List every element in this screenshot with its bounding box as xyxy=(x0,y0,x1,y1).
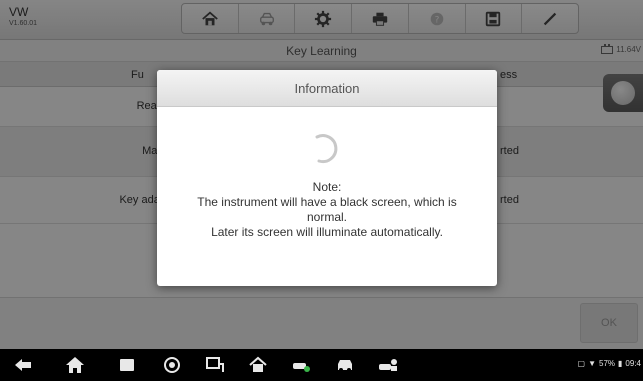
vci-button[interactable] xyxy=(204,355,226,375)
car-service-icon xyxy=(293,363,310,372)
notification-icon: ▢ xyxy=(577,359,586,368)
browser-button[interactable] xyxy=(161,355,183,375)
recent-apps-icon xyxy=(120,359,134,371)
system-status: ▢ ▼ 57% ▮ 09:4 xyxy=(578,359,641,368)
wifi-icon: ▼ xyxy=(588,359,596,368)
car-service-button[interactable] xyxy=(291,355,313,375)
back-icon xyxy=(15,359,31,371)
system-nav-bar: ▢ ▼ 57% ▮ 09:4 xyxy=(0,349,643,381)
home-nav-button[interactable] xyxy=(64,355,86,375)
note-title: Note: xyxy=(312,180,342,194)
car-user-icon xyxy=(379,359,397,371)
diagnostics-home-icon xyxy=(249,356,267,372)
dialog-message: Note: The instrument will have a black s… xyxy=(167,180,487,240)
diagnostics-home-button[interactable] xyxy=(247,355,269,375)
note-line-2: normal. xyxy=(306,210,347,224)
note-line-3: Later its screen will illuminate automat… xyxy=(211,225,443,239)
vci-connect-icon xyxy=(206,357,224,372)
back-button[interactable] xyxy=(12,355,34,375)
battery-icon: ▮ xyxy=(618,359,623,368)
car-button[interactable] xyxy=(334,355,356,375)
note-line-1: The instrument will have a black screen,… xyxy=(197,195,457,209)
battery-percent: 57% xyxy=(599,359,616,368)
home-icon xyxy=(66,357,84,373)
loading-spinner-icon xyxy=(315,134,338,164)
browser-icon xyxy=(164,357,180,373)
dialog-title: Information xyxy=(157,70,497,107)
clock: 09:4 xyxy=(625,359,641,368)
car-icon xyxy=(338,360,352,372)
recent-apps-button[interactable] xyxy=(116,355,138,375)
information-dialog: Information Note: The instrument will ha… xyxy=(157,70,497,286)
car-user-button[interactable] xyxy=(377,355,399,375)
